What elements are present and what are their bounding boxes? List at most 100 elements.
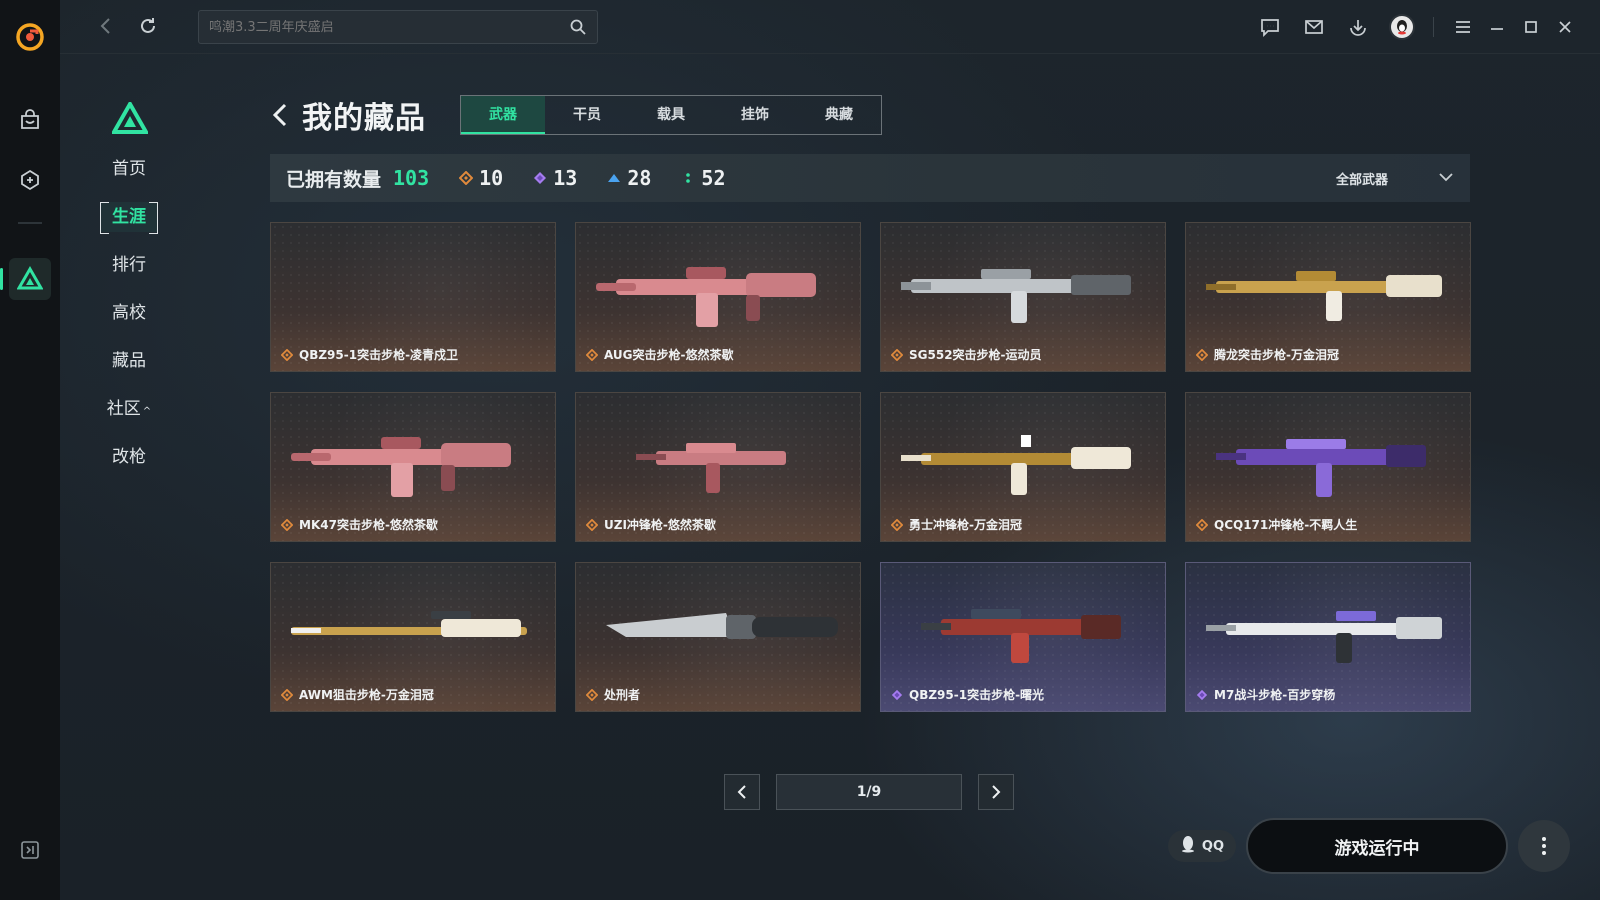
- owned-count: 103: [393, 166, 430, 190]
- qq-penguin-icon: [1180, 835, 1196, 857]
- weapon-name: QBZ95-1突击步枪-曙光: [909, 688, 1045, 702]
- weapon-card[interactable]: UZI冲锋枪-悠然茶歇: [575, 392, 861, 542]
- weapon-name: 勇士冲锋枪-万金泪冠: [909, 518, 1022, 532]
- collapse-sidebar-icon[interactable]: [10, 830, 50, 870]
- close-icon[interactable]: [1550, 12, 1580, 42]
- nav-item-ranking[interactable]: 排行: [100, 250, 158, 280]
- bottom-controls: QQ 游戏运行中: [1167, 818, 1570, 874]
- gold-rarity-icon: [585, 518, 599, 531]
- weapon-name: MK47突击步枪-悠然茶歇: [299, 518, 438, 532]
- tab-vehicles[interactable]: 载具: [629, 96, 713, 134]
- tab-weapons[interactable]: 武器: [461, 96, 545, 134]
- weapon-caption: AUG突击步枪-悠然茶歇: [585, 346, 734, 363]
- blue-rarity-icon: [607, 171, 621, 185]
- weapon-grid: QBZ95-1突击步枪-凌青戍卫 AUG突击步枪-悠然茶歇 SG552突击步枪-运动…: [270, 222, 1471, 712]
- nav-label: 高校: [112, 303, 146, 323]
- stats-bar: 已拥有数量 103 10 13 28 52 全部武器: [270, 154, 1470, 202]
- stat-green: 52: [681, 166, 726, 190]
- nav-item-career[interactable]: 生涯: [100, 202, 158, 234]
- mail-icon[interactable]: [1299, 12, 1329, 42]
- weapon-image: [596, 415, 842, 505]
- weapon-card[interactable]: QCQ171冲锋枪-不羁人生: [1185, 392, 1471, 542]
- game-nav: 首页 生涯 排行 高校 藏品 社区 ^ 改枪: [60, 54, 210, 900]
- header-row: 我的藏品 武器 干员 载具 挂饰 典藏: [270, 94, 1470, 136]
- nav-item-home[interactable]: 首页: [100, 154, 158, 184]
- page-indicator: 1/9: [776, 774, 962, 810]
- tab-operators[interactable]: 干员: [545, 96, 629, 134]
- owned-label: 已拥有数量: [286, 168, 382, 191]
- weapon-card[interactable]: 勇士冲锋枪-万金泪冠: [880, 392, 1166, 542]
- search-input[interactable]: [209, 19, 569, 35]
- gold-rarity-icon: [280, 348, 294, 361]
- delta-force-logo-icon: [110, 99, 150, 138]
- app-logo-icon[interactable]: [15, 22, 45, 52]
- user-avatar[interactable]: [1387, 12, 1417, 42]
- stat-purple: 13: [533, 166, 577, 190]
- weapon-caption: SG552突击步枪-运动员: [890, 346, 1042, 363]
- maximize-icon[interactable]: [1516, 12, 1546, 42]
- search-box[interactable]: [198, 10, 598, 44]
- refresh-icon[interactable]: [138, 16, 158, 40]
- gold-rarity-icon: [1195, 348, 1209, 361]
- weapon-card[interactable]: 处刑者: [575, 562, 861, 712]
- main-content: 我的藏品 武器 干员 载具 挂饰 典藏 已拥有数量 103 10 13 28 5…: [270, 94, 1471, 810]
- weapon-card[interactable]: SG552突击步枪-运动员: [880, 222, 1166, 372]
- weapon-card[interactable]: QBZ95-1突击步枪-凌青戍卫: [270, 222, 556, 372]
- back-nav-icon[interactable]: [96, 16, 116, 40]
- tab-charms[interactable]: 挂饰: [713, 96, 797, 134]
- nav-label: 排行: [112, 255, 146, 275]
- nav-item-collection[interactable]: 藏品: [100, 346, 158, 376]
- nav-label: 首页: [112, 159, 146, 179]
- weapon-card[interactable]: M7战斗步枪-百步穿杨: [1185, 562, 1471, 712]
- back-arrow-icon[interactable]: [270, 100, 294, 130]
- stat-blue: 28: [607, 166, 651, 190]
- app-rail: [0, 0, 60, 900]
- menu-icon[interactable]: [1448, 12, 1478, 42]
- gold-rarity-icon: [585, 688, 599, 701]
- store-icon[interactable]: [10, 100, 50, 140]
- nav-label: 生涯: [112, 207, 146, 227]
- gold-rarity-icon: [280, 518, 294, 531]
- page-title: 我的藏品: [302, 101, 426, 136]
- purple-rarity-icon: [533, 171, 547, 185]
- weapon-image: [901, 585, 1147, 675]
- weapon-card[interactable]: QBZ95-1突击步枪-曙光: [880, 562, 1166, 712]
- weapon-caption: QCQ171冲锋枪-不羁人生: [1195, 516, 1357, 533]
- weapon-image: [901, 245, 1147, 335]
- search-icon[interactable]: [569, 18, 587, 36]
- weapon-card[interactable]: 腾龙突击步枪-万金泪冠: [1185, 222, 1471, 372]
- weapon-card[interactable]: MK47突击步枪-悠然茶歇: [270, 392, 556, 542]
- weapon-name: AWM狙击步枪-万金泪冠: [299, 688, 434, 702]
- nav-item-gun-mod[interactable]: 改枪: [100, 442, 158, 472]
- next-page-button[interactable]: [978, 774, 1014, 810]
- game-library-icon[interactable]: [10, 160, 50, 200]
- weapon-card[interactable]: AUG突击步枪-悠然茶歇: [575, 222, 861, 372]
- category-tabs: 武器 干员 载具 挂饰 典藏: [460, 95, 882, 135]
- stat-gold: 10: [459, 166, 503, 190]
- weapon-caption: 处刑者: [585, 686, 640, 703]
- weapon-image: [291, 585, 537, 675]
- download-icon[interactable]: [1343, 12, 1373, 42]
- prev-page-button[interactable]: [724, 774, 760, 810]
- tab-collectibles[interactable]: 典藏: [797, 96, 881, 134]
- qq-login-chip[interactable]: QQ: [1167, 830, 1236, 862]
- game-running-button[interactable]: 游戏运行中: [1246, 818, 1508, 874]
- stat-count: 13: [553, 166, 578, 190]
- weapon-caption: QBZ95-1突击步枪-曙光: [891, 686, 1044, 703]
- weapon-card[interactable]: AWM狙击步枪-万金泪冠: [270, 562, 556, 712]
- top-right-icons: [1241, 12, 1580, 42]
- nav-item-community[interactable]: 社区 ^: [100, 394, 158, 424]
- weapon-filter-dropdown[interactable]: 全部武器: [1336, 154, 1454, 202]
- qq-label: QQ: [1201, 838, 1224, 854]
- minimize-icon[interactable]: [1482, 12, 1512, 42]
- delta-force-game-icon[interactable]: [0, 258, 51, 300]
- more-options-icon[interactable]: [1518, 820, 1570, 872]
- gold-rarity-icon: [459, 171, 474, 185]
- nav-item-academy[interactable]: 高校: [100, 298, 158, 328]
- message-icon[interactable]: [1255, 12, 1285, 42]
- weapon-name: M7战斗步枪-百步穿杨: [1214, 688, 1336, 702]
- weapon-image: [291, 245, 537, 335]
- weapon-name: 腾龙突击步枪-万金泪冠: [1214, 348, 1339, 362]
- weapon-caption: AWM狙击步枪-万金泪冠: [280, 686, 434, 703]
- nav-label: 藏品: [112, 351, 146, 371]
